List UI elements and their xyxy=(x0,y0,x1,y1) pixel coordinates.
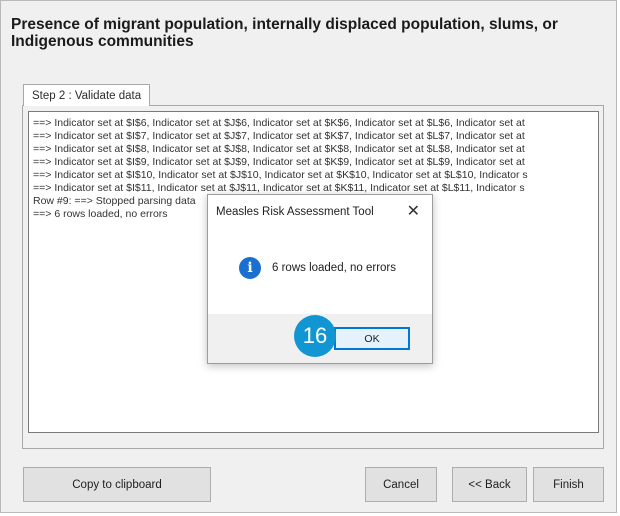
close-icon[interactable]: ✕ xyxy=(407,201,420,221)
log-line: ==> Indicator set at $I$10, Indicator se… xyxy=(33,169,528,181)
back-button[interactable]: << Back xyxy=(452,467,527,502)
log-line: ==> Indicator set at $I$9, Indicator set… xyxy=(33,156,525,168)
dialog-title: Measles Risk Assessment Tool xyxy=(216,206,374,218)
step-number-badge: 16 xyxy=(294,315,336,357)
info-icon: i xyxy=(239,257,261,279)
log-line: ==> Indicator set at $I$6, Indicator set… xyxy=(33,117,525,129)
tab-validate-data[interactable]: Step 2 : Validate data xyxy=(23,84,151,106)
page-title: Presence of migrant population, internal… xyxy=(11,16,558,50)
ok-button[interactable]: OK xyxy=(334,327,410,350)
finish-button[interactable]: Finish xyxy=(533,467,604,502)
dialog-message: 6 rows loaded, no errors xyxy=(272,262,397,274)
cancel-button[interactable]: Cancel xyxy=(365,467,437,502)
copy-to-clipboard-button[interactable]: Copy to clipboard xyxy=(23,467,211,502)
log-line: ==> Indicator set at $I$7, Indicator set… xyxy=(33,130,525,142)
log-line: ==> Indicator set at $I$8, Indicator set… xyxy=(33,143,525,155)
